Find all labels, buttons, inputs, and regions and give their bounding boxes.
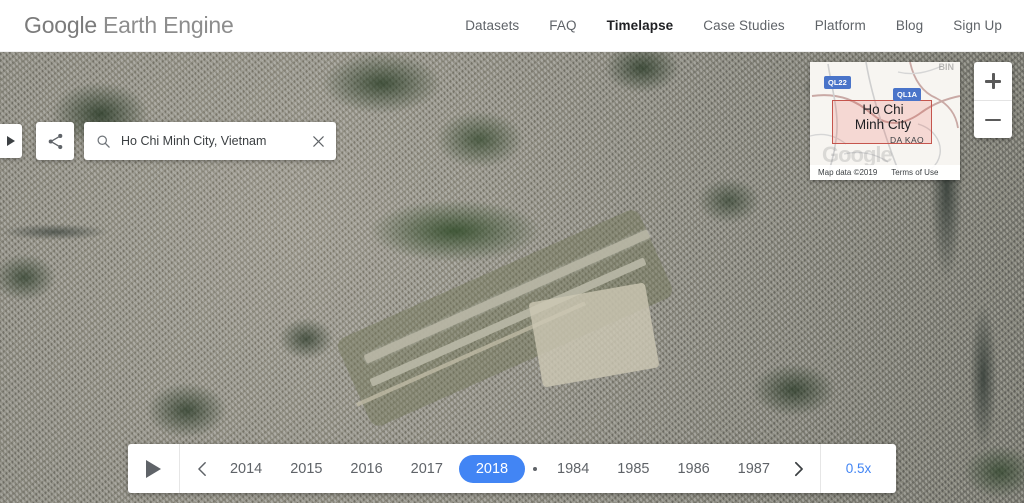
timelapse-app: Google Earth Engine Datasets FAQ Timelap… [0, 0, 1024, 503]
zoom-out-button[interactable] [974, 100, 1012, 138]
search-clear-button[interactable] [311, 134, 326, 149]
site-header: Google Earth Engine Datasets FAQ Timelap… [0, 0, 1024, 52]
triangle-right-icon [7, 136, 15, 146]
close-icon [313, 135, 324, 147]
road-badge-ql1a: QL1A [893, 88, 922, 101]
logo-product: Earth Engine [102, 12, 234, 38]
year-1986[interactable]: 1986 [665, 456, 721, 482]
play-button[interactable] [128, 444, 180, 493]
main-nav: Datasets FAQ Timelapse Case Studies Plat… [465, 18, 1002, 33]
terms-of-use-link[interactable]: Terms of Use [891, 168, 938, 177]
nav-item-blog[interactable]: Blog [896, 18, 923, 33]
play-icon [146, 459, 161, 478]
minimap-clipped-label: BIN [938, 62, 955, 72]
share-icon [48, 133, 62, 149]
nav-item-timelapse[interactable]: Timelapse [607, 18, 674, 33]
year-1984[interactable]: 1984 [545, 456, 601, 482]
year-2015[interactable]: 2015 [278, 456, 334, 482]
logo-brand: Google [24, 12, 97, 38]
search-box[interactable]: Ho Chi Minh City, Vietnam [84, 122, 336, 160]
search-input[interactable]: Ho Chi Minh City, Vietnam [121, 134, 311, 148]
minus-icon [985, 112, 1001, 128]
satellite-map[interactable]: Ho Chi Minh City, Vietnam Google BIN Ho … [0, 52, 1024, 503]
minimap[interactable]: Google BIN Ho Chi Minh City DA KAO QL22 … [810, 62, 960, 180]
year-1985[interactable]: 1985 [605, 456, 661, 482]
minimap-viewport-rect[interactable] [832, 100, 932, 144]
year-list: 2014 2015 2016 2017 2018 1984 1985 1986 … [216, 454, 784, 483]
nav-item-platform[interactable]: Platform [815, 18, 866, 33]
share-button[interactable] [36, 122, 74, 160]
zoom-in-button[interactable] [974, 62, 1012, 100]
road-badge-ql22: QL22 [824, 76, 851, 89]
nav-item-datasets[interactable]: Datasets [465, 18, 519, 33]
zoom-controls [974, 62, 1012, 138]
timeline-years: 2014 2015 2016 2017 2018 1984 1985 1986 … [180, 444, 820, 493]
year-2014[interactable]: 2014 [218, 456, 274, 482]
chevron-left-icon [197, 461, 206, 476]
next-year-button[interactable] [784, 461, 812, 477]
year-separator-dot [533, 466, 538, 471]
year-1987[interactable]: 1987 [726, 456, 782, 482]
nav-item-case-studies[interactable]: Case Studies [703, 18, 785, 33]
nav-item-sign-up[interactable]: Sign Up [953, 18, 1002, 33]
playback-speed-button[interactable]: 0.5x [820, 444, 896, 493]
timeline-bar: 2014 2015 2016 2017 2018 1984 1985 1986 … [128, 444, 896, 493]
chevron-right-icon [794, 461, 803, 476]
minimap-footer: Map data ©2019 Terms of Use [810, 165, 960, 180]
nav-item-faq[interactable]: FAQ [549, 18, 576, 33]
panel-expand-tab[interactable] [0, 124, 22, 158]
year-2018[interactable]: 2018 [458, 454, 526, 483]
year-2017[interactable]: 2017 [399, 456, 455, 482]
prev-year-button[interactable] [188, 461, 216, 477]
search-icon [97, 135, 110, 148]
map-attribution: Map data ©2019 [818, 168, 878, 177]
plus-icon [985, 73, 1001, 89]
year-2016[interactable]: 2016 [338, 456, 394, 482]
logo[interactable]: Google Earth Engine [24, 12, 234, 39]
